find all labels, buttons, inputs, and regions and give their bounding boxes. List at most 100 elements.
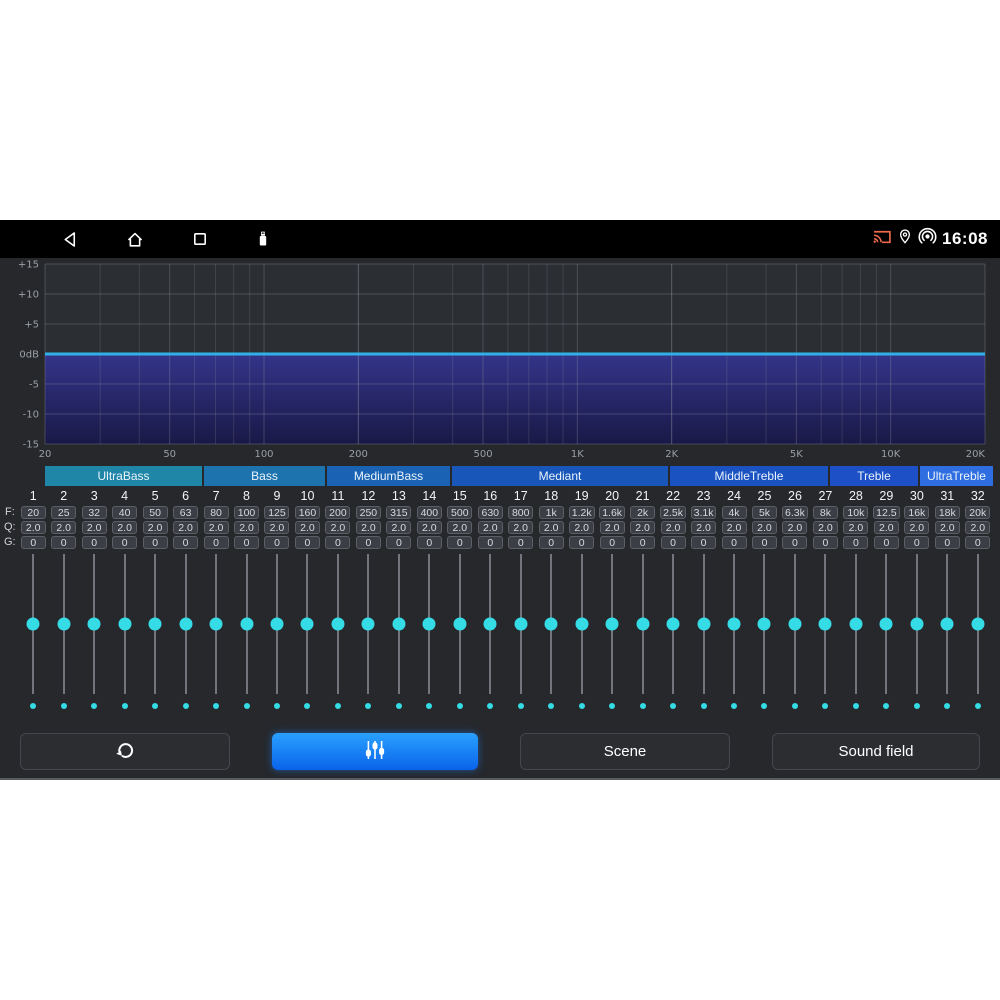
q-chip[interactable]: 2.0 (143, 521, 168, 534)
slider-knob[interactable] (636, 618, 649, 631)
slider-knob[interactable] (758, 618, 771, 631)
back-icon[interactable] (60, 230, 79, 249)
freq-chip[interactable]: 8k (813, 506, 838, 519)
q-chip[interactable]: 2.0 (112, 521, 137, 534)
eq-slider[interactable] (932, 554, 962, 694)
freq-chip[interactable]: 20 (21, 506, 46, 519)
slider-knob[interactable] (88, 618, 101, 631)
q-chip[interactable]: 2.0 (874, 521, 899, 534)
eq-slider[interactable] (688, 554, 718, 694)
reset-button[interactable] (20, 733, 230, 770)
gain-chip[interactable]: 0 (234, 536, 259, 549)
freq-chip[interactable]: 40 (112, 506, 137, 519)
band-segment-ultratreble[interactable]: UltraTreble (920, 466, 993, 486)
gain-chip[interactable]: 0 (386, 536, 411, 549)
gain-chip[interactable]: 0 (21, 536, 46, 549)
gain-chip[interactable]: 0 (843, 536, 868, 549)
eq-slider[interactable] (18, 554, 48, 694)
slider-knob[interactable] (545, 618, 558, 631)
eq-slider[interactable] (231, 554, 261, 694)
gain-chip[interactable]: 0 (264, 536, 289, 549)
band-segment-mediant[interactable]: Mediant (452, 466, 668, 486)
q-chip[interactable]: 2.0 (630, 521, 655, 534)
eq-slider[interactable] (780, 554, 810, 694)
home-icon[interactable] (125, 230, 145, 249)
slider-knob[interactable] (179, 618, 192, 631)
freq-chip[interactable]: 630 (478, 506, 503, 519)
eq-slider[interactable] (597, 554, 627, 694)
slider-knob[interactable] (453, 618, 466, 631)
freq-chip[interactable]: 80 (204, 506, 229, 519)
gain-chip[interactable]: 0 (752, 536, 777, 549)
gain-chip[interactable]: 0 (722, 536, 747, 549)
q-chip[interactable]: 2.0 (752, 521, 777, 534)
slider-knob[interactable] (118, 618, 131, 631)
freq-chip[interactable]: 32 (82, 506, 107, 519)
eq-slider[interactable] (384, 554, 414, 694)
eq-slider[interactable] (445, 554, 475, 694)
gain-chip[interactable]: 0 (539, 536, 564, 549)
band-segment-treble[interactable]: Treble (830, 466, 918, 486)
slider-knob[interactable] (971, 618, 984, 631)
eq-slider[interactable] (566, 554, 596, 694)
eq-slider[interactable] (414, 554, 444, 694)
q-chip[interactable]: 2.0 (813, 521, 838, 534)
freq-chip[interactable]: 1.2k (569, 506, 595, 519)
q-chip[interactable]: 2.0 (295, 521, 320, 534)
band-segment-ultrabass[interactable]: UltraBass (45, 466, 202, 486)
slider-knob[interactable] (149, 618, 162, 631)
gain-chip[interactable]: 0 (478, 536, 503, 549)
freq-chip[interactable]: 12.5 (873, 506, 899, 519)
freq-chip[interactable]: 4k (722, 506, 747, 519)
q-chip[interactable]: 2.0 (325, 521, 350, 534)
slider-knob[interactable] (667, 618, 680, 631)
gain-chip[interactable]: 0 (112, 536, 137, 549)
q-chip[interactable]: 2.0 (569, 521, 594, 534)
slider-knob[interactable] (514, 618, 527, 631)
gain-chip[interactable]: 0 (661, 536, 686, 549)
freq-chip[interactable]: 25 (51, 506, 76, 519)
slider-knob[interactable] (697, 618, 710, 631)
eq-slider[interactable] (353, 554, 383, 694)
freq-chip[interactable]: 800 (508, 506, 533, 519)
freq-chip[interactable]: 20k (965, 506, 990, 519)
slider-knob[interactable] (788, 618, 801, 631)
gain-chip[interactable]: 0 (569, 536, 594, 549)
q-chip[interactable]: 2.0 (722, 521, 747, 534)
eq-slider[interactable] (749, 554, 779, 694)
eq-slider[interactable] (48, 554, 78, 694)
gain-chip[interactable]: 0 (874, 536, 899, 549)
slider-knob[interactable] (849, 618, 862, 631)
eq-slider[interactable] (140, 554, 170, 694)
recents-icon[interactable] (191, 230, 209, 248)
slider-knob[interactable] (484, 618, 497, 631)
gain-chip[interactable]: 0 (935, 536, 960, 549)
slider-knob[interactable] (910, 618, 923, 631)
freq-chip[interactable]: 400 (417, 506, 442, 519)
slider-knob[interactable] (819, 618, 832, 631)
gain-chip[interactable]: 0 (782, 536, 807, 549)
q-chip[interactable]: 2.0 (478, 521, 503, 534)
slider-knob[interactable] (362, 618, 375, 631)
eq-slider[interactable] (201, 554, 231, 694)
gain-chip[interactable]: 0 (600, 536, 625, 549)
freq-chip[interactable]: 63 (173, 506, 198, 519)
freq-chip[interactable]: 2.5k (660, 506, 686, 519)
slider-knob[interactable] (575, 618, 588, 631)
freq-chip[interactable]: 18k (935, 506, 960, 519)
band-segment-bass[interactable]: Bass (204, 466, 325, 486)
eq-button[interactable] (272, 733, 478, 770)
eq-slider[interactable] (810, 554, 840, 694)
slider-knob[interactable] (27, 618, 40, 631)
gain-chip[interactable]: 0 (356, 536, 381, 549)
freq-chip[interactable]: 50 (143, 506, 168, 519)
gain-chip[interactable]: 0 (417, 536, 442, 549)
q-chip[interactable]: 2.0 (935, 521, 960, 534)
gain-chip[interactable]: 0 (204, 536, 229, 549)
gain-chip[interactable]: 0 (691, 536, 716, 549)
freq-chip[interactable]: 100 (234, 506, 259, 519)
freq-chip[interactable]: 315 (386, 506, 411, 519)
q-chip[interactable]: 2.0 (904, 521, 929, 534)
band-segment-mediumbass[interactable]: MediumBass (327, 466, 450, 486)
eq-slider[interactable] (506, 554, 536, 694)
